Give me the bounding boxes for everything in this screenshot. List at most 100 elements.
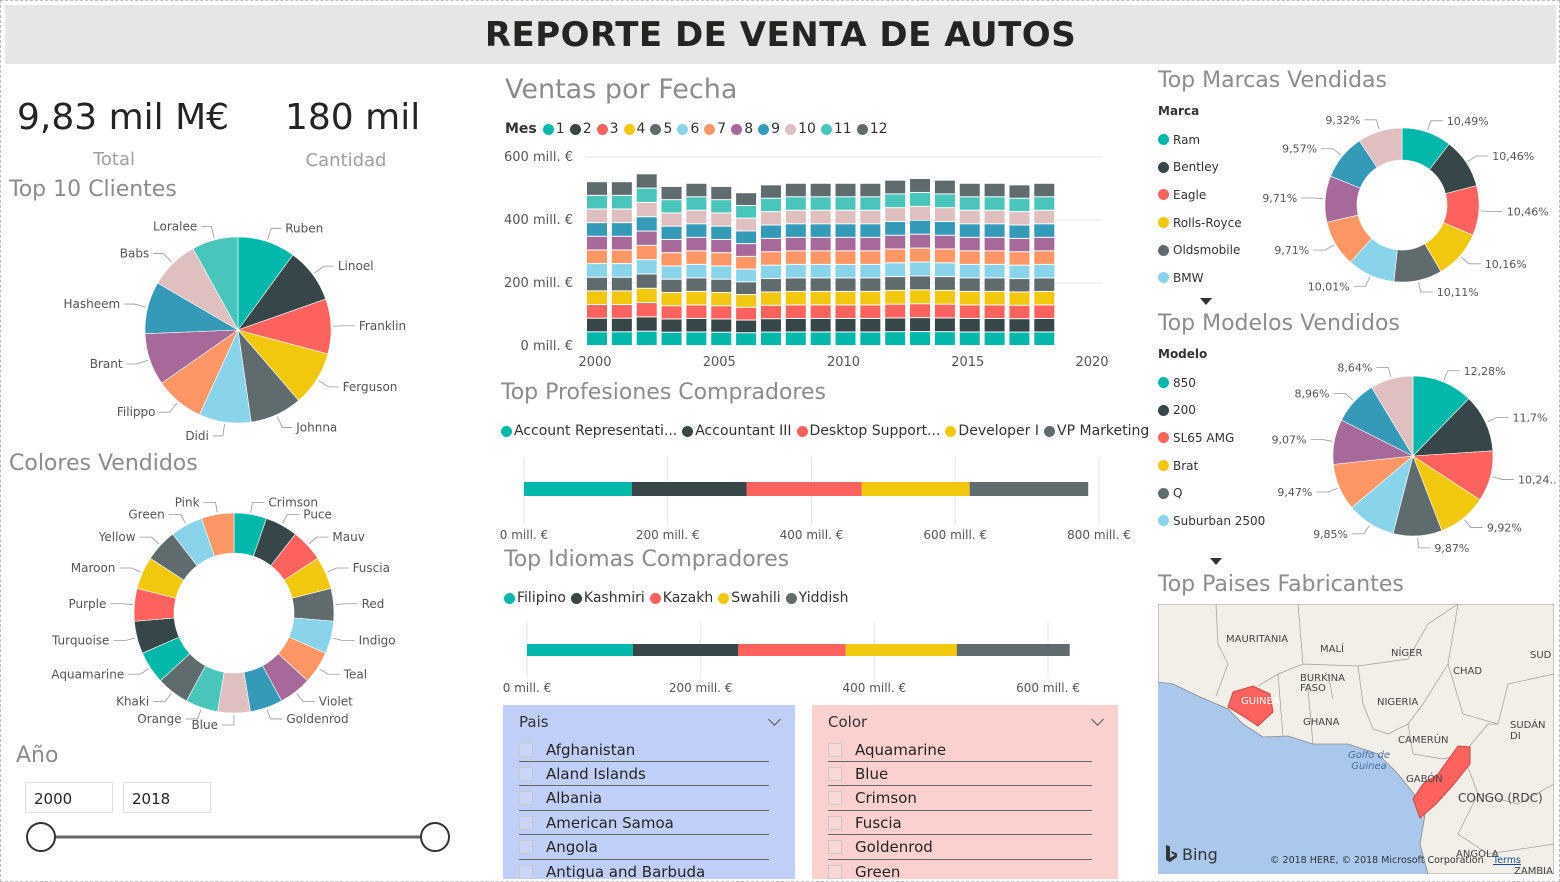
bar-segment[interactable] xyxy=(934,263,955,277)
color-slicer-item[interactable]: Fuscia xyxy=(828,811,1092,836)
sales-by-date-chart[interactable]: 0 mill. € 200 mill. € 400 mill. € 600 mill.… xyxy=(501,141,1126,376)
bar-segment[interactable] xyxy=(860,224,881,237)
bar-segment[interactable] xyxy=(661,213,682,226)
bar-segment[interactable] xyxy=(760,212,781,225)
bar-segment[interactable] xyxy=(835,237,856,251)
bar-segment[interactable] xyxy=(686,251,707,264)
bar-segment[interactable] xyxy=(736,269,757,282)
bar-segment[interactable] xyxy=(885,180,906,194)
bar-segment[interactable] xyxy=(636,202,657,217)
bar-segment[interactable] xyxy=(910,206,931,220)
bar-segment[interactable] xyxy=(711,332,732,345)
bar-segment[interactable] xyxy=(711,213,732,226)
bar-segment[interactable] xyxy=(959,210,980,224)
top-languages-bar-chart[interactable]: 0 mill. € 200 mill. € 400 mill. € 600 mill.… xyxy=(496,616,1096,701)
country-slicer-item[interactable]: Albania xyxy=(519,787,769,811)
bar-segment[interactable] xyxy=(611,264,632,277)
bar-segment[interactable] xyxy=(661,253,682,266)
bar-segment[interactable] xyxy=(910,318,931,332)
bar-segment[interactable] xyxy=(1034,183,1055,197)
bar-segment[interactable] xyxy=(760,185,781,198)
bar-segment[interactable] xyxy=(686,318,707,332)
legend-item[interactable]: 8 xyxy=(731,121,753,137)
bar-segment[interactable] xyxy=(661,306,682,319)
legend-item[interactable]: 1 xyxy=(542,121,565,137)
bar-segment[interactable] xyxy=(736,205,757,218)
slider-handle-end[interactable] xyxy=(420,822,450,852)
bar-segment[interactable] xyxy=(810,291,831,305)
bar-segment[interactable] xyxy=(736,307,757,320)
bar-segment[interactable] xyxy=(984,197,1005,210)
checkbox[interactable] xyxy=(828,791,842,806)
bar-segment[interactable] xyxy=(885,194,906,208)
bar-segment[interactable] xyxy=(736,256,757,269)
colors-sold-donut-chart[interactable]: CrimsonPuceMauvFusciaRedIndigoTealViolet… xyxy=(1,481,481,741)
bar-segment[interactable] xyxy=(736,244,757,256)
color-slicer-item[interactable]: Goldenrod xyxy=(828,836,1092,860)
bar-segment[interactable] xyxy=(611,209,632,223)
bar-segment[interactable] xyxy=(760,279,781,292)
legend-more-arrow-icon[interactable] xyxy=(1210,558,1222,565)
checkbox[interactable] xyxy=(828,815,842,830)
bar-segment[interactable] xyxy=(760,332,781,345)
legend-item[interactable]: Desktop Support... xyxy=(796,423,940,439)
bar-segment[interactable] xyxy=(835,305,856,318)
legend-item[interactable]: 6 xyxy=(677,121,699,137)
legend-item[interactable]: Swahili xyxy=(718,590,781,606)
bar-segment[interactable] xyxy=(587,209,607,223)
bar-segment[interactable] xyxy=(736,320,757,333)
bar-segment[interactable] xyxy=(686,291,707,305)
legend-item[interactable]: Oldsmobile xyxy=(1158,236,1242,264)
bar-segment[interactable] xyxy=(587,195,607,209)
bar-segment[interactable] xyxy=(885,208,906,221)
bar-segment[interactable] xyxy=(934,304,955,318)
bar-segment[interactable] xyxy=(736,193,757,205)
checkbox[interactable] xyxy=(828,742,842,757)
bar-segment[interactable] xyxy=(636,317,657,331)
bar-segment[interactable] xyxy=(611,223,632,236)
bar-segment[interactable] xyxy=(835,224,856,237)
legend-item[interactable]: 7 xyxy=(704,121,726,137)
bar-segment[interactable] xyxy=(587,264,607,277)
bar-segment[interactable] xyxy=(785,237,806,251)
legend-item[interactable]: 3 xyxy=(596,121,619,137)
bar-segment[interactable] xyxy=(611,250,632,264)
bar-segment[interactable] xyxy=(934,318,955,332)
bar-segment[interactable] xyxy=(959,291,980,305)
bar-segment[interactable] xyxy=(636,260,657,274)
bar-segment[interactable] xyxy=(860,264,881,278)
bar-segment[interactable] xyxy=(661,332,682,345)
map-terms-link[interactable]: Terms xyxy=(1493,855,1521,866)
country-slicer-item[interactable]: Antigua and Barbuda xyxy=(519,860,769,879)
bar-segment-desktop-support[interactable] xyxy=(746,482,862,496)
bar-segment[interactable] xyxy=(835,197,856,210)
bar-segment[interactable] xyxy=(810,305,831,318)
bar-segment[interactable] xyxy=(1034,264,1055,278)
slider-handle-start[interactable] xyxy=(26,822,56,852)
legend-item[interactable]: Brat xyxy=(1158,452,1265,480)
bar-segment[interactable] xyxy=(785,183,806,197)
bar-segment[interactable] xyxy=(885,235,906,249)
checkbox[interactable] xyxy=(519,815,533,830)
bar-segment[interactable] xyxy=(860,278,881,291)
bar-segment[interactable] xyxy=(810,183,831,197)
bar-segment[interactable] xyxy=(810,251,831,264)
bar-segment[interactable] xyxy=(885,263,906,277)
bar-segment[interactable] xyxy=(885,277,906,290)
bar-segment[interactable] xyxy=(661,319,682,332)
country-slicer-header[interactable]: Pais xyxy=(503,705,795,737)
bar-segment[interactable] xyxy=(587,291,607,305)
bar-segment[interactable] xyxy=(686,210,707,224)
bar-segment[interactable] xyxy=(1034,224,1055,237)
bar-segment[interactable] xyxy=(934,208,955,221)
bar-segment-kashmiri[interactable] xyxy=(632,644,739,656)
country-slicer-item[interactable]: Angola xyxy=(519,836,769,860)
legend-item[interactable]: Q xyxy=(1158,479,1265,507)
bar-segment[interactable] xyxy=(910,248,931,262)
bar-segment[interactable] xyxy=(587,305,607,318)
bar-segment[interactable] xyxy=(711,186,732,200)
checkbox[interactable] xyxy=(519,840,533,855)
country-slicer-item[interactable]: Afghanistan xyxy=(519,738,769,762)
legend-item[interactable]: 850 xyxy=(1158,369,1265,397)
bar-segment[interactable] xyxy=(1009,265,1030,279)
